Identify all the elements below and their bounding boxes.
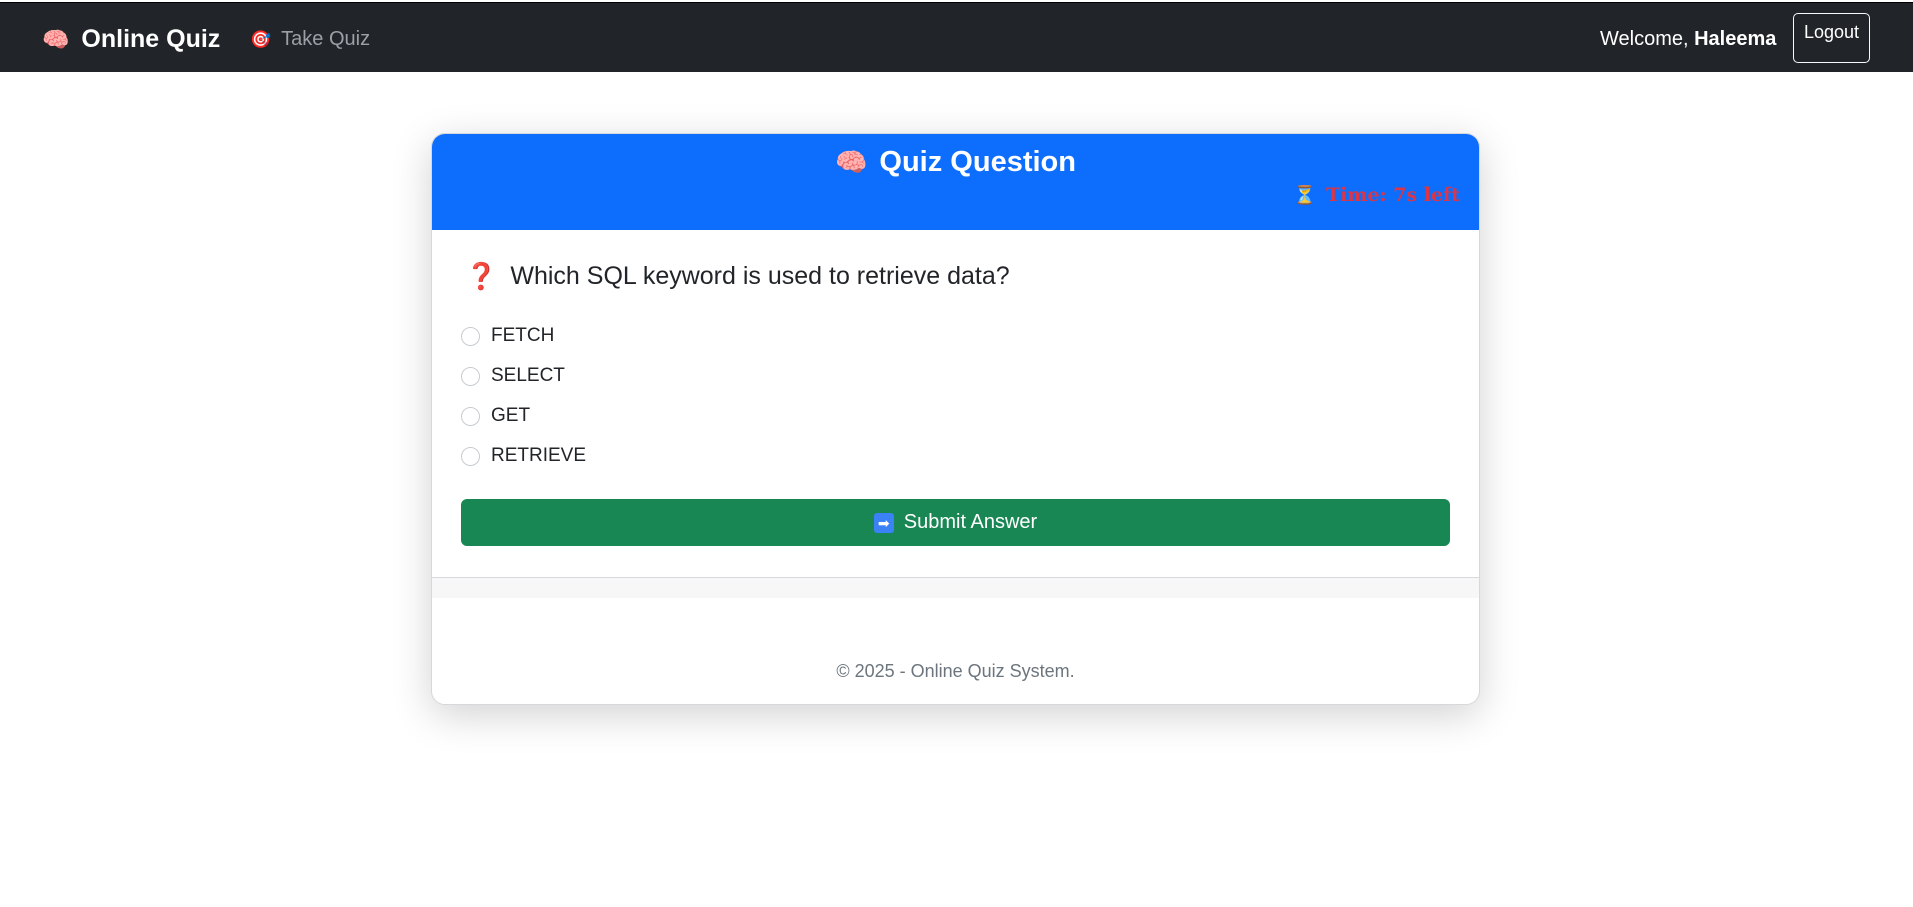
footer-band [432,578,1479,598]
hourglass-icon: ⏳ [1293,184,1317,206]
radio-button[interactable] [461,446,480,466]
submit-label: Submit Answer [903,511,1038,533]
username: Haleema [1694,28,1777,50]
timer-text: Time: 7s left [1326,184,1460,206]
card-header: 🧠 Quiz Question ⏳ Time: 7s left [432,134,1479,230]
brain-icon: 🧠 [42,26,70,52]
option-select[interactable]: SELECT [461,365,565,387]
logout-button[interactable]: Logout [1793,13,1870,63]
option-fetch[interactable]: FETCH [461,325,554,347]
option-get[interactable]: GET [461,405,530,427]
radio-button[interactable] [461,366,480,386]
brand-link[interactable]: 🧠 Online Quiz [42,25,220,54]
welcome-text: Welcome, Haleema [1600,28,1776,51]
question-label: Which SQL keyword is used to retrieve da… [510,262,1010,290]
option-label: GET [491,405,531,426]
nav-take-quiz-label: Take Quiz [281,28,371,50]
welcome-prefix: Welcome, [1600,28,1695,50]
brain-icon: 🧠 [835,147,868,177]
arrow-right-icon: ➡ [873,512,894,533]
option-label: RETRIEVE [491,445,587,466]
submit-answer-button[interactable]: ➡ Submit Answer [461,499,1450,546]
navbar: 🧠 Online Quiz 🎯 Take Quiz Welcome, Halee… [0,2,1913,72]
radio-button[interactable] [461,326,480,346]
card-title: 🧠 Quiz Question [432,146,1479,179]
nav-take-quiz[interactable]: 🎯 Take Quiz [250,28,370,51]
question-mark-icon: ❓ [465,261,498,291]
card-title-text: Quiz Question [879,146,1076,178]
option-retrieve[interactable]: RETRIEVE [461,445,586,467]
question-text: ❓ Which SQL keyword is used to retrieve … [465,261,1010,292]
option-label: FETCH [491,325,555,346]
copyright-text: © 2025 - Online Quiz System. [836,661,1075,681]
quiz-card: 🧠 Quiz Question ⏳ Time: 7s left ❓ Which S… [431,133,1480,705]
brand-label: Online Quiz [81,25,221,53]
target-icon: 🎯 [250,29,272,49]
timer: ⏳ Time: 7s left [1294,184,1460,206]
option-label: SELECT [491,365,565,386]
radio-button[interactable] [461,406,480,426]
